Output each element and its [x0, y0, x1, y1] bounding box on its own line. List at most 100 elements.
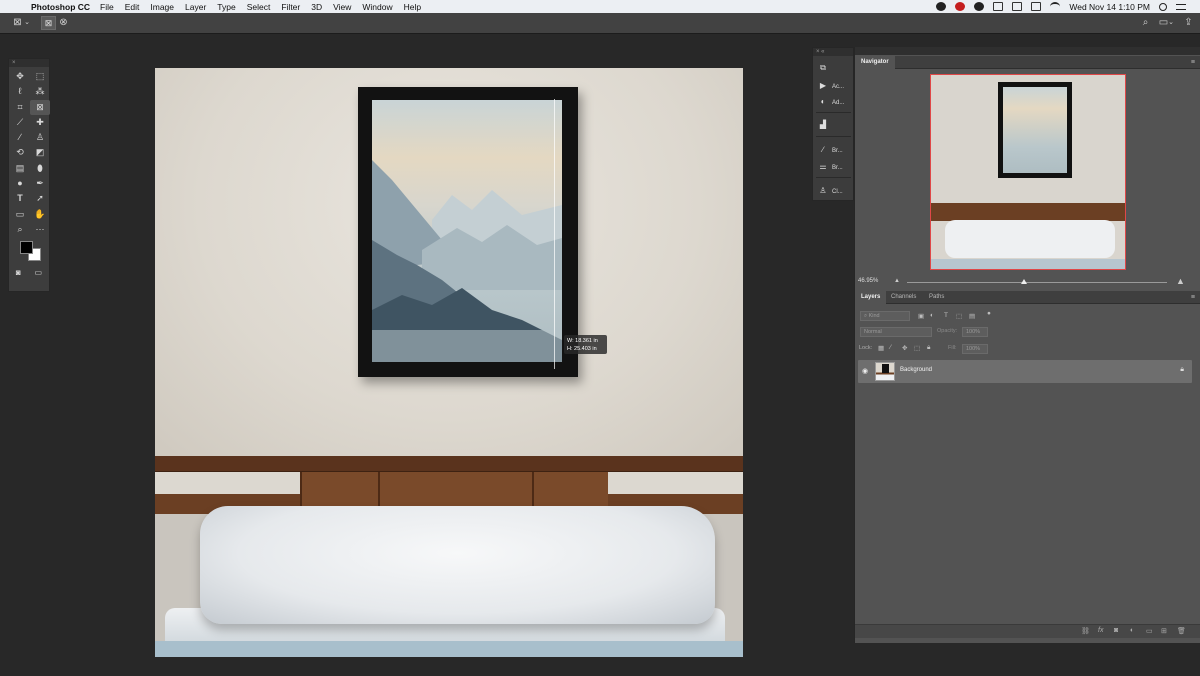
layer-thumbnail[interactable] — [875, 362, 895, 381]
filter-toggle-icon[interactable]: ● — [987, 310, 991, 317]
zoom-out-icon[interactable]: ▲ — [894, 278, 900, 284]
layer-row-background[interactable]: ◉ Background 🔒︎ — [858, 360, 1192, 383]
opacity-input[interactable]: 100% — [962, 327, 988, 337]
display-icon[interactable] — [1012, 2, 1023, 11]
panel-strip-header[interactable]: × « — [813, 48, 853, 56]
blur-tool-icon[interactable]: ⬮ — [30, 161, 50, 176]
datetime[interactable]: Wed Nov 14 1:10 PM — [1069, 2, 1150, 12]
adjustments-panel-button[interactable]: ◐ Ad... — [817, 95, 845, 109]
eyedropper-tool-icon[interactable]: ⟋ — [10, 115, 30, 130]
screen-mode-icon[interactable]: ▭ — [35, 265, 43, 280]
elliptical-frame-button[interactable]: ⊗ — [57, 17, 70, 29]
history-brush-tool-icon[interactable]: ⟲ — [10, 145, 30, 160]
new-adjustment-layer-icon[interactable]: ◐ — [1130, 627, 1134, 634]
navigator-panel-menu-icon[interactable]: ≡ — [1191, 59, 1195, 66]
magic-wand-tool-icon[interactable]: ⁂ — [30, 84, 50, 99]
brush-tool-icon[interactable]: ∕ — [10, 130, 30, 145]
rectangular-frame-button[interactable]: ⊠ — [41, 16, 56, 30]
visibility-eye-icon[interactable]: ◉ — [862, 367, 868, 375]
marquee-tool-icon[interactable]: ⬚ — [30, 69, 50, 84]
notification-list-icon[interactable] — [1176, 3, 1186, 10]
layer-kind-filter[interactable]: ⌕ Kind — [860, 311, 910, 321]
clone-source-panel-button[interactable]: ♙ Cl... — [817, 184, 842, 198]
lock-image-icon[interactable]: ∕ — [890, 344, 891, 351]
hand-tool-icon[interactable]: ✋ — [30, 207, 50, 222]
foreground-color-swatch[interactable] — [20, 241, 33, 255]
zoom-tool-icon[interactable]: ⌕ — [10, 222, 30, 237]
quick-mask-icon[interactable]: ◙ — [16, 265, 21, 280]
new-group-icon[interactable]: ▭ — [1146, 627, 1153, 635]
eraser-tool-icon[interactable]: ◩ — [30, 145, 50, 160]
frame-tool-icon[interactable]: ⊠ — [30, 99, 50, 115]
menu-help[interactable]: Help — [404, 2, 421, 12]
layer-name[interactable]: Background — [900, 367, 932, 373]
more-tools-icon[interactable]: ⋯ — [30, 222, 50, 237]
airplay-icon[interactable] — [1031, 2, 1042, 11]
lock-position-icon[interactable]: ✥ — [902, 344, 907, 352]
menu-filter[interactable]: Filter — [281, 2, 300, 12]
fill-input[interactable]: 100% — [962, 344, 988, 354]
lock-all-icon[interactable]: 🔒︎ — [927, 344, 930, 352]
menu-view[interactable]: View — [333, 2, 351, 12]
tab-navigator[interactable]: Navigator — [855, 56, 895, 69]
dock-header[interactable] — [855, 47, 1200, 55]
zoom-slider-track[interactable] — [907, 282, 1167, 283]
layer-lock-icon[interactable]: 🔒︎ — [1180, 366, 1184, 374]
add-mask-icon[interactable]: ◙ — [1114, 627, 1118, 634]
chevron-down-icon[interactable]: ⌄ — [23, 17, 31, 29]
pen-tool-icon[interactable]: ✒ — [30, 176, 50, 191]
crop-tool-icon[interactable]: ⌗ — [10, 100, 30, 115]
lock-artboard-icon[interactable]: ⬚ — [914, 344, 920, 352]
menu-3d[interactable]: 3D — [311, 2, 322, 12]
tab-layers[interactable]: Layers — [855, 291, 887, 304]
zoom-slider-handle[interactable] — [1021, 279, 1027, 284]
tools-panel-header[interactable]: × — [9, 59, 49, 67]
blend-mode-select[interactable]: Normal — [860, 327, 932, 337]
type-filter-icon[interactable]: T — [944, 312, 948, 319]
link-layers-icon[interactable]: ⛓ — [1081, 627, 1090, 635]
zoom-in-icon[interactable]: ▲ — [1176, 276, 1185, 286]
layer-style-fx-icon[interactable]: fx — [1098, 627, 1103, 634]
menu-image[interactable]: Image — [150, 2, 174, 12]
share-icon[interactable]: ⇪ — [1182, 17, 1195, 29]
path-selection-tool-icon[interactable]: ➚ — [30, 191, 50, 206]
dodge-tool-icon[interactable]: ● — [10, 176, 30, 191]
pixel-filter-icon[interactable]: ▣ — [918, 312, 924, 320]
spotlight-search-icon[interactable] — [1159, 2, 1167, 11]
zoom-level[interactable]: 46.95% — [858, 278, 878, 284]
clone-stamp-tool-icon[interactable]: ♙ — [30, 130, 50, 145]
move-tool-icon[interactable]: ✥ — [10, 69, 30, 84]
adjustment-filter-icon[interactable]: ◐ — [930, 312, 934, 319]
tab-paths[interactable]: Paths — [923, 291, 950, 304]
menu-type[interactable]: Type — [217, 2, 235, 12]
eye-tray-icon[interactable] — [974, 2, 985, 11]
tab-channels[interactable]: Channels — [885, 291, 922, 304]
app-name-menu[interactable]: Photoshop CC — [31, 2, 90, 12]
menu-edit[interactable]: Edit — [125, 2, 140, 12]
shape-filter-icon[interactable]: ⬚ — [956, 312, 962, 320]
layers-panel-menu-icon[interactable]: ≡ — [1191, 294, 1195, 301]
menu-select[interactable]: Select — [247, 2, 271, 12]
wifi-icon[interactable] — [1050, 2, 1061, 11]
type-tool-icon[interactable]: T — [10, 191, 30, 206]
menu-file[interactable]: File — [100, 2, 114, 12]
document-canvas[interactable]: W: 18.361 in H: 25.403 in — [155, 68, 743, 657]
clipboard-icon[interactable] — [993, 2, 1004, 11]
new-layer-icon[interactable]: ⊞ — [1161, 627, 1167, 635]
record-icon[interactable] — [955, 2, 966, 11]
brush-settings-panel-button[interactable]: ⚌ Br... — [817, 160, 842, 174]
healing-brush-tool-icon[interactable]: ✚ — [30, 115, 50, 130]
menu-layer[interactable]: Layer — [185, 2, 206, 12]
navigator-preview[interactable] — [930, 74, 1126, 270]
lasso-tool-icon[interactable]: ℓ — [10, 84, 30, 99]
creative-cloud-icon[interactable] — [936, 2, 947, 11]
actions-panel-button[interactable]: ▶ Ac... — [817, 79, 844, 93]
history-panel-button[interactable]: ⧉ — [817, 61, 832, 75]
workspace-chevron-icon[interactable]: ⌄ — [1167, 17, 1175, 29]
brushes-panel-button[interactable]: ∕ Br... — [817, 143, 842, 157]
rectangle-tool-icon[interactable]: ▭ — [10, 207, 30, 222]
search-icon[interactable]: ⌕ — [1139, 17, 1152, 29]
lock-transparent-icon[interactable]: ▦ — [878, 344, 884, 352]
menu-window[interactable]: Window — [362, 2, 392, 12]
histogram-panel-button[interactable]: ▟ — [817, 118, 832, 132]
